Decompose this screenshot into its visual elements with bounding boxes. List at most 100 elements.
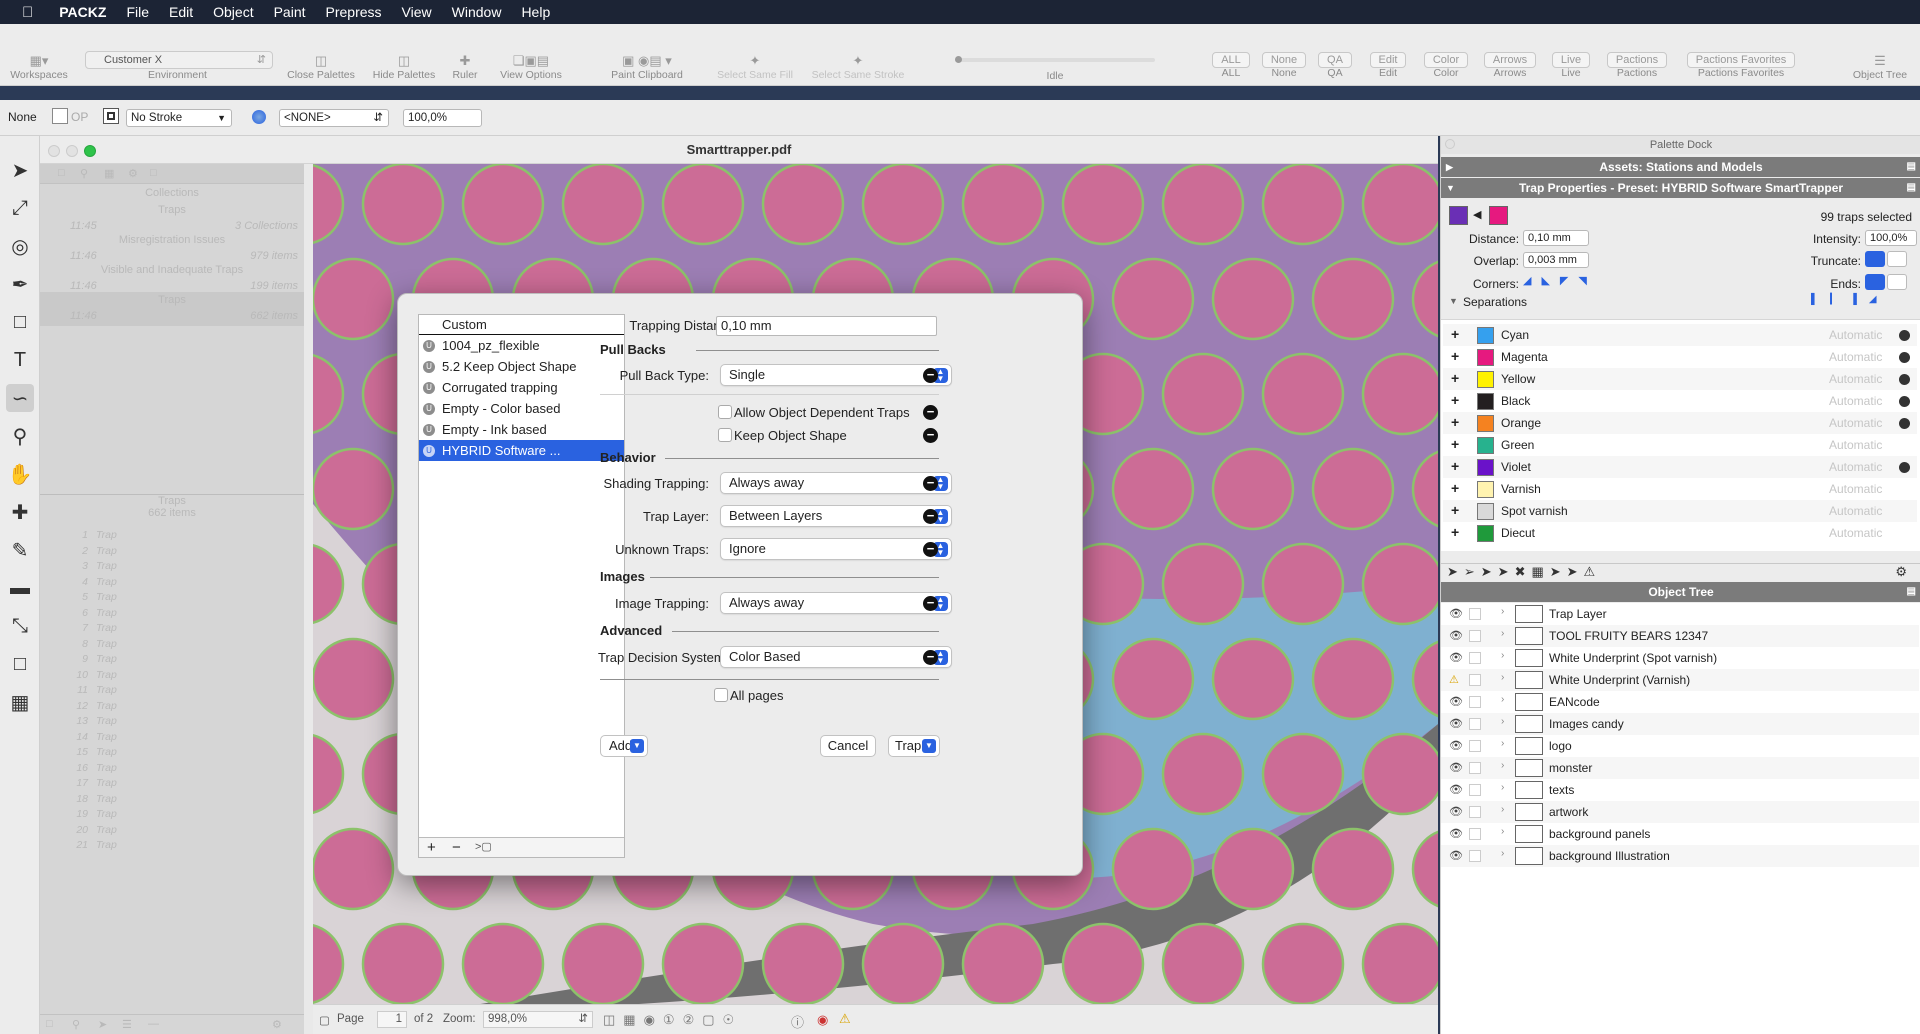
preset-options-icon[interactable]: >▢	[475, 840, 492, 853]
unknown-traps-select[interactable]: Ignore ▲ ▼	[720, 538, 952, 560]
filter-live-pill[interactable]: Live	[1551, 52, 1591, 68]
lock-checkbox[interactable]	[1469, 630, 1481, 642]
separation-select[interactable]: <NONE> ⇵	[279, 109, 389, 127]
palette-menu-icon[interactable]: ▤	[1907, 157, 1916, 177]
trap-properties-header[interactable]: ▼ Trap Properties - Preset: HYBRID Softw…	[1441, 178, 1920, 198]
lock-checkbox[interactable]	[1469, 850, 1481, 862]
collection-misregistration[interactable]: Misregistration Issues	[40, 234, 304, 246]
chevron-right-icon[interactable]: ›	[1501, 606, 1504, 617]
filter-none[interactable]: None None	[1259, 24, 1309, 86]
minus-icon[interactable]: —	[148, 1018, 159, 1030]
trap-row[interactable]: 8 Trap	[40, 637, 304, 653]
truncate-off-icon[interactable]	[1887, 251, 1907, 267]
workspaces-button[interactable]: ▦▾ Workspaces	[8, 24, 70, 86]
opacity-field[interactable]: 100,0%	[403, 109, 482, 127]
assets-palette-header[interactable]: ▶ Assets: Stations and Models ▤	[1441, 157, 1920, 177]
paint-clipboard-button[interactable]: ▣ ◉▤ ▾ Paint Clipboard	[600, 24, 694, 86]
lock-checkbox[interactable]	[1469, 762, 1481, 774]
trap-row[interactable]: 17 Trap	[40, 776, 304, 792]
filter-arrows-pill[interactable]: Arrows	[1483, 52, 1537, 68]
trap-row[interactable]: 12 Trap	[40, 699, 304, 715]
preset-item-selected[interactable]: U HYBRID Software ...	[419, 440, 624, 461]
chevron-right-icon[interactable]: ›	[1501, 672, 1504, 683]
warning-icon[interactable]: ⚠	[839, 1011, 851, 1027]
page-icon[interactable]: □	[46, 1018, 53, 1030]
plus-icon[interactable]: +	[1451, 326, 1459, 342]
add-button[interactable]: Add ▼	[600, 735, 648, 757]
object-tree-row[interactable]: 👁 › EANcode	[1441, 691, 1919, 713]
filter-color[interactable]: Color Color	[1420, 24, 1472, 86]
trap-row[interactable]: 4 Trap	[40, 575, 304, 591]
pen-tool-icon[interactable]: ✒	[6, 270, 34, 298]
filter-edit-pill[interactable]: Edit	[1369, 52, 1407, 68]
close-window-icon[interactable]	[1445, 139, 1455, 149]
minimize-window-icon[interactable]	[66, 145, 78, 157]
eye-icon[interactable]: 👁	[1449, 805, 1463, 818]
preset-item[interactable]: U 1004_pz_flexible	[419, 335, 624, 356]
trap-row[interactable]: 3 Trap	[40, 559, 304, 575]
eye-icon[interactable]: 👁	[1449, 849, 1463, 862]
lock-checkbox[interactable]	[1469, 674, 1481, 686]
eye-icon[interactable]: 👁	[1449, 607, 1463, 620]
gear-icon[interactable]: ⚙	[1895, 564, 1913, 580]
allow-object-dependent-checkbox[interactable]	[718, 405, 732, 419]
trap-row[interactable]: 15 Trap	[40, 745, 304, 761]
filter-pactions-favorites-pill[interactable]: Pactions Favorites	[1686, 52, 1796, 68]
filter-qa[interactable]: QA QA	[1313, 24, 1357, 86]
selection-tool-icon[interactable]: ➤	[6, 156, 34, 184]
lock-checkbox[interactable]	[1469, 652, 1481, 664]
chevron-right-icon[interactable]: ›	[1501, 848, 1504, 859]
remove-setting-icon[interactable]: −	[923, 509, 938, 524]
preset-item[interactable]: U Corrugated trapping	[419, 377, 624, 398]
close-window-icon[interactable]	[48, 145, 60, 157]
trap-to-color-swatch[interactable]	[1489, 206, 1508, 225]
remove-setting-icon[interactable]: −	[923, 476, 938, 491]
separation-row[interactable]: + Orange Automatic	[1443, 412, 1917, 434]
disclosure-down-icon[interactable]: ▼	[1449, 296, 1458, 306]
filter-none-pill[interactable]: None	[1261, 52, 1307, 68]
chevron-right-icon[interactable]: ›	[1501, 650, 1504, 661]
object-tree-row[interactable]: 👁 › background panels	[1441, 823, 1919, 845]
separation-view-icons[interactable]: ▌▎▐◢	[1811, 294, 1917, 309]
end-style-2-icon[interactable]	[1887, 274, 1907, 290]
remove-setting-icon[interactable]: −	[923, 428, 938, 443]
all-pages-checkbox[interactable]	[714, 688, 728, 702]
palette-menu-icon[interactable]: ▤	[1907, 582, 1916, 602]
lock-checkbox[interactable]	[1469, 718, 1481, 730]
remove-setting-icon[interactable]: −	[923, 368, 938, 383]
eye-icon[interactable]: 👁	[1449, 761, 1463, 774]
overprint-label[interactable]: OP	[71, 110, 88, 124]
ruler-button[interactable]: ✚ Ruler	[448, 24, 482, 86]
lock-checkbox[interactable]	[1469, 696, 1481, 708]
trap-row[interactable]: 16 Trap	[40, 761, 304, 777]
lock-checkbox[interactable]	[1469, 828, 1481, 840]
trap-row[interactable]: 21 Trap	[40, 838, 304, 854]
trap-row[interactable]: 7 Trap	[40, 621, 304, 637]
collection-traps-selected[interactable]: Traps 11:46 662 items	[40, 292, 304, 326]
apple-icon[interactable]: 	[22, 4, 33, 21]
object-tree-header[interactable]: Object Tree ▤	[1441, 582, 1920, 602]
menu-window[interactable]: Window	[452, 4, 502, 20]
overlap-field[interactable]: 0,003 mm	[1523, 252, 1589, 268]
remove-setting-icon[interactable]: −	[923, 405, 938, 420]
trap-decision-select[interactable]: Color Based ▲ ▼	[720, 646, 952, 668]
close-palettes-button[interactable]: ◫ Close Palettes	[283, 24, 359, 86]
view-options-button[interactable]: ❏▣▤ View Options	[494, 24, 568, 86]
gear-icon[interactable]: ⚙	[272, 1018, 282, 1031]
object-tree-row[interactable]: 👁 › White Underprint (Spot varnish)	[1441, 647, 1919, 669]
lock-checkbox[interactable]	[1469, 608, 1481, 620]
trapping-distance-field[interactable]: 0,10 mm	[716, 316, 937, 336]
gear-icon[interactable]: ⚙	[128, 167, 138, 180]
menu-paint[interactable]: Paint	[274, 4, 306, 20]
filter-color-pill[interactable]: Color	[1423, 52, 1469, 68]
image-trapping-select[interactable]: Always away ▲ ▼	[720, 592, 952, 614]
menu-view[interactable]: View	[402, 4, 432, 20]
object-tree-row[interactable]: 👁 › TOOL FRUITY BEARS 12347	[1441, 625, 1919, 647]
trap-row[interactable]: 10 Trap	[40, 668, 304, 684]
separation-row[interactable]: + Magenta Automatic	[1443, 346, 1917, 368]
object-tree-row[interactable]: 👁 › texts	[1441, 779, 1919, 801]
eyedropper-tool-icon[interactable]: ✎	[6, 536, 34, 564]
chevron-right-icon[interactable]: ›	[1501, 628, 1504, 639]
chevron-right-icon[interactable]: ›	[1501, 738, 1504, 749]
trap-button[interactable]: Trap ▼	[888, 735, 940, 757]
